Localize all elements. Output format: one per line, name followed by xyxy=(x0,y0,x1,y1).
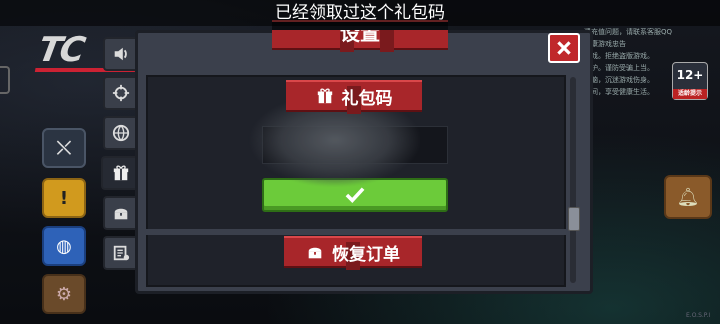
restore-order-header[interactable]: 恢复订单 xyxy=(284,236,422,270)
close-button[interactable] xyxy=(548,33,580,63)
gift-icon xyxy=(113,165,129,181)
close-icon xyxy=(557,41,571,55)
gift-code-header: 礼包码 xyxy=(286,80,422,114)
gear-button[interactable]: ⚙ xyxy=(42,274,86,314)
restore-order-label: 恢复订单 xyxy=(332,244,400,265)
gift-code-label: 礼包码 xyxy=(341,88,393,109)
tab-other[interactable] xyxy=(103,236,137,270)
tab-restore[interactable] xyxy=(103,196,137,230)
chest-icon xyxy=(308,247,322,259)
helmet-button[interactable]: ◍ xyxy=(42,226,86,266)
scrollbar-thumb[interactable] xyxy=(568,207,580,231)
settings-list-icon xyxy=(113,245,130,261)
bell-button[interactable]: 🔔︎ xyxy=(664,175,712,219)
map-button[interactable]: ⤬ xyxy=(42,128,86,168)
tab-controls[interactable] xyxy=(103,76,137,110)
tab-sound[interactable] xyxy=(103,37,137,71)
tab-language[interactable] xyxy=(103,116,137,150)
crosshair-icon xyxy=(112,84,130,102)
tab-gift-code[interactable] xyxy=(101,156,139,190)
age-rating-badge: 12+ 适龄提示 xyxy=(672,62,708,100)
alert-button[interactable]: ! xyxy=(42,178,86,218)
drawer-handle[interactable] xyxy=(0,66,10,94)
watermark: E.O.S.P.I xyxy=(686,312,711,319)
chest-icon xyxy=(114,208,128,220)
toast-message: 已经领取过这个礼包码 xyxy=(0,0,720,26)
globe-icon xyxy=(112,124,130,142)
section-divider xyxy=(146,229,566,235)
gift-icon xyxy=(317,88,332,104)
bell-icon: 🔔︎ xyxy=(676,186,700,208)
health-notice: 遇充值问题，请联系客服QQ 健康游戏忠告 游戏。拒绝盗版游戏。 保护。谨防受骗上… xyxy=(584,28,673,96)
scrollbar-track[interactable] xyxy=(570,77,576,283)
checkmark-icon xyxy=(345,187,365,203)
speaker-icon xyxy=(114,47,127,61)
